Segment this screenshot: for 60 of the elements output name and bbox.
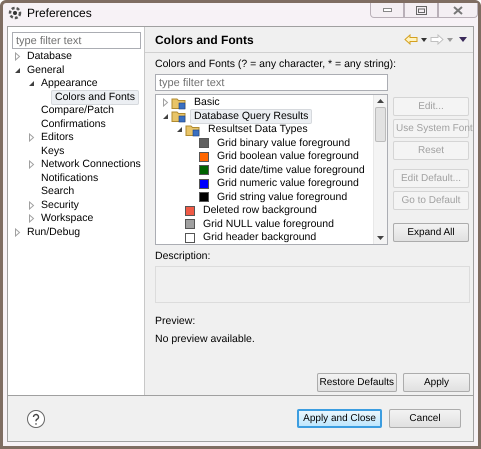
tree-item[interactable]: Colors and Fonts [51,90,139,105]
menu-icon[interactable] [459,37,467,42]
footer-button[interactable]: Cancel [389,409,461,428]
tree-item[interactable]: Resultset Data Types [204,122,312,138]
filter-field[interactable]: type filter text [155,74,388,91]
expand-arrow-icon[interactable] [26,132,37,144]
tree-item[interactable]: Database Query Results [190,108,312,124]
scrollbar-thumb[interactable] [375,107,386,142]
expand-arrow-icon[interactable] [26,159,37,170]
tree-item[interactable]: Confirmations [37,116,110,132]
tree-item[interactable]: Grid header background [199,230,320,244]
tree-item[interactable]: Workspace [37,211,98,226]
dropdown-icon[interactable] [421,38,427,42]
tree-item[interactable]: Grid string value foreground [213,190,352,205]
apply-button[interactable]: Apply [403,373,470,392]
tree-item[interactable]: Network Connections [37,157,145,172]
minimize-button[interactable] [370,3,404,18]
folder-icon [185,122,201,137]
footer-button[interactable]: Apply and Close [297,409,382,428]
tree-item[interactable]: Notifications [37,170,102,186]
restore-icon [416,6,426,14]
tree-item[interactable]: Keys [37,144,68,159]
scrollbar[interactable] [373,95,387,244]
help-icon[interactable] [26,408,46,428]
tree-item[interactable]: Grid boolean value foreground [213,149,363,164]
window-title: Preferences [27,6,92,20]
tree-item[interactable]: Basic [190,95,224,110]
tree-item[interactable]: Grid numeric value foreground [213,176,363,192]
tree-item[interactable]: Search [37,184,78,200]
page-title: Colors and Fonts [155,32,254,46]
description-label: Description: [155,250,212,263]
tree-item[interactable]: Grid binary value foreground [213,136,354,151]
folder-icon [171,96,187,110]
expand-arrow-icon[interactable] [12,226,23,238]
filter-field[interactable]: type filter text [12,32,141,49]
tree-item[interactable]: Appearance [37,76,102,92]
tree-item[interactable]: Database [23,49,76,64]
scroll-up-icon[interactable] [377,99,384,105]
folder-icon [171,109,187,124]
expand-arrow-icon[interactable] [26,200,37,211]
app-icon [8,6,22,20]
tree-item[interactable]: Grid NULL value foreground [199,216,338,232]
tree-item[interactable]: Security [37,198,83,213]
side-button[interactable]: Expand All [393,223,469,242]
scroll-down-icon[interactable] [377,235,384,241]
tree-item[interactable]: Editors [37,130,78,146]
expand-arrow-icon[interactable] [26,213,37,224]
tree-item[interactable]: Grid date/time value foreground [213,162,369,178]
preview-label: Preview: [155,315,196,328]
tree-item[interactable]: Run/Debug [23,224,84,240]
maximize-button[interactable] [404,3,438,18]
tree-item[interactable]: Deleted row background [199,203,321,218]
instructions-text: Colors and Fonts (? = any character, * = any string): [155,58,398,71]
minimize-icon [382,8,392,12]
tree-item[interactable]: General [23,62,68,78]
close-icon [453,6,463,14]
restore-defaults-button[interactable]: Restore Defaults [316,373,397,392]
preview-text: No preview available. [155,333,256,346]
tree-item[interactable]: Compare/Patch [37,103,118,118]
close-button[interactable] [438,3,478,18]
